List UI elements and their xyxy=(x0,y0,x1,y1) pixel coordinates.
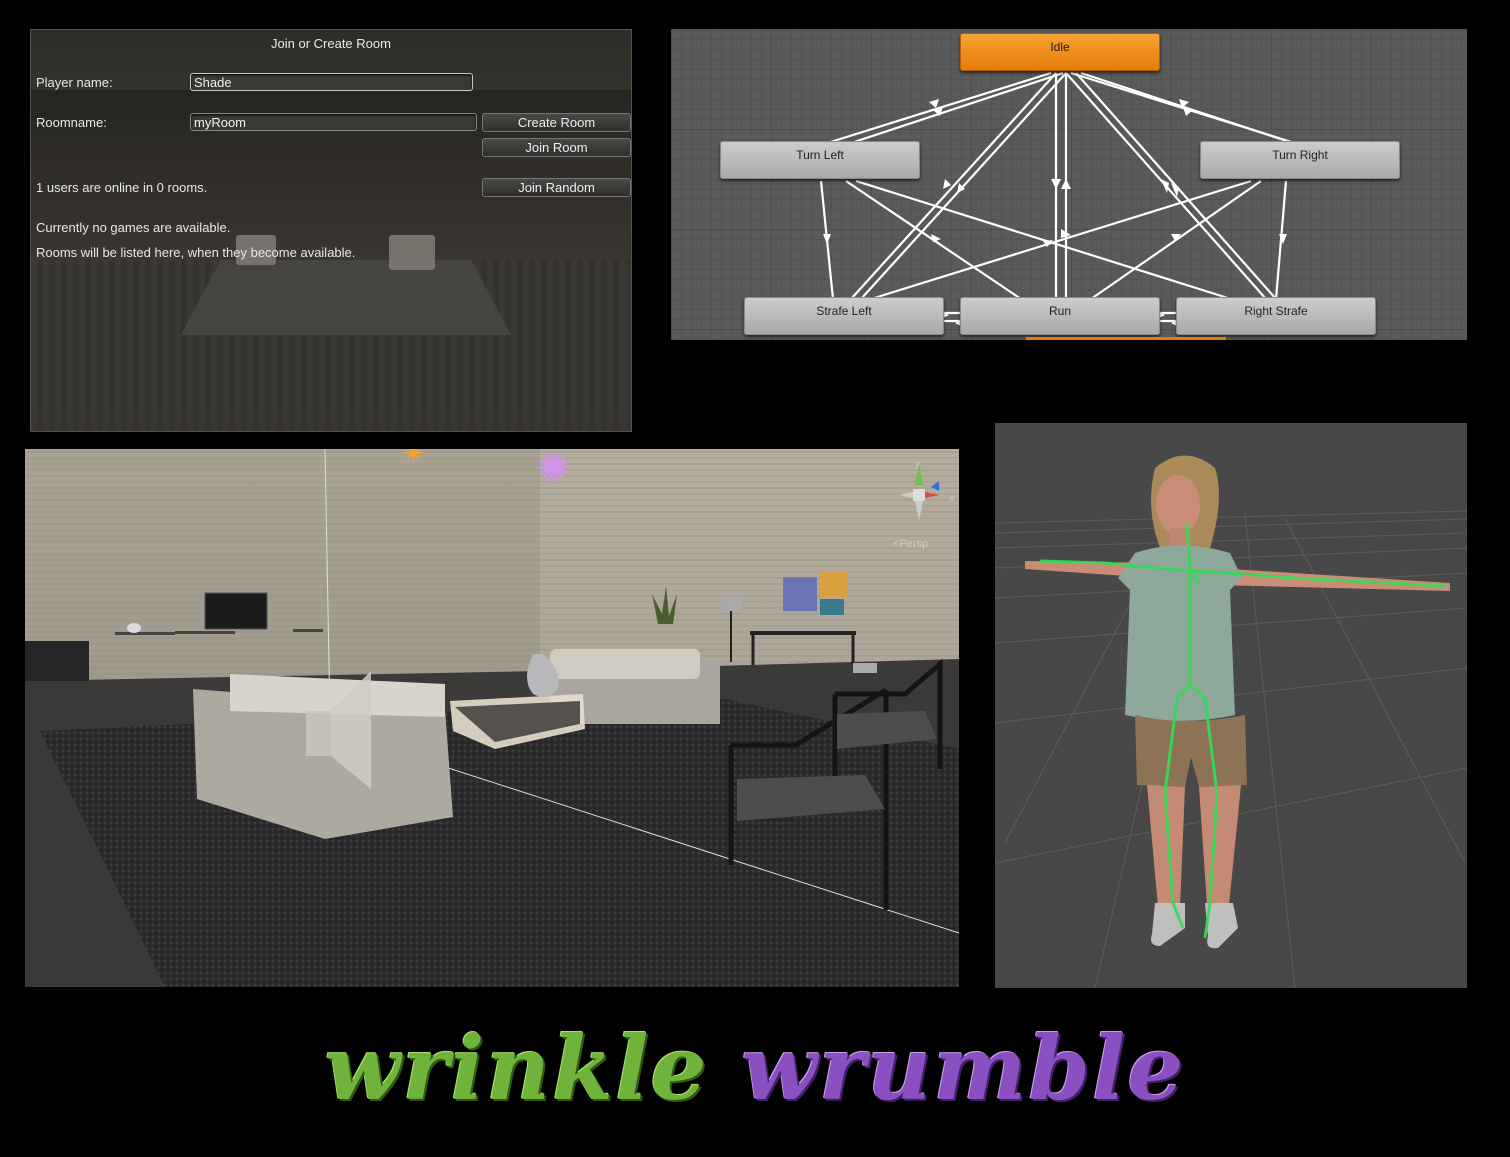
lobby-title: Join or Create Room xyxy=(271,36,391,51)
gizmo-axis-y: y xyxy=(915,459,920,470)
character-render xyxy=(995,455,1467,988)
state-right-strafe[interactable]: Right Strafe xyxy=(1176,297,1376,335)
player-name-label: Player name: xyxy=(36,75,113,90)
join-random-button[interactable]: Join Random xyxy=(482,178,631,197)
project-title: wrinkle wrumble xyxy=(0,1018,1510,1118)
rooms-hint-text: Rooms will be listed here, when they bec… xyxy=(36,245,356,260)
sun-light-icon[interactable]: ✷ xyxy=(403,449,437,466)
entry-state-edge xyxy=(1026,337,1226,340)
player-name-input[interactable]: Shade xyxy=(190,73,473,91)
background-sofa-right xyxy=(389,235,435,270)
title-word-wrumble: wrumble xyxy=(741,1016,1186,1120)
animator-graph-panel[interactable]: Idle Turn Left Turn Right Strafe Left Ru… xyxy=(671,29,1467,340)
join-room-button[interactable]: Join Room xyxy=(482,138,631,157)
state-turn-right[interactable]: Turn Right xyxy=(1200,141,1400,179)
point-light-icon[interactable]: ✺ xyxy=(537,449,587,491)
character-preview[interactable] xyxy=(995,423,1467,988)
roomname-input[interactable]: myRoom xyxy=(190,113,477,131)
state-run[interactable]: Run xyxy=(960,297,1160,335)
lobby-window: Join or Create Room Player name: Shade R… xyxy=(30,29,632,432)
room-rug xyxy=(181,260,511,335)
no-games-text: Currently no games are available. xyxy=(36,220,231,235)
scene-view[interactable]: ✷ ✺ y x <Persp xyxy=(25,449,959,987)
transition-lines xyxy=(819,71,1312,327)
state-turn-left[interactable]: Turn Left xyxy=(720,141,920,179)
roomname-label: Roomname: xyxy=(36,115,107,130)
scene-gizmo-icon[interactable]: y x xyxy=(887,457,959,529)
title-word-wrinkle: wrinkle xyxy=(324,1016,709,1120)
online-status-text: 1 users are online in 0 rooms. xyxy=(36,180,208,195)
gizmo-axis-x: x xyxy=(949,493,954,504)
projection-label[interactable]: <Persp xyxy=(893,538,928,550)
create-room-button[interactable]: Create Room xyxy=(482,113,631,132)
state-idle[interactable]: Idle xyxy=(960,33,1160,71)
scene-render xyxy=(25,449,959,987)
state-strafe-left[interactable]: Strafe Left xyxy=(744,297,944,335)
